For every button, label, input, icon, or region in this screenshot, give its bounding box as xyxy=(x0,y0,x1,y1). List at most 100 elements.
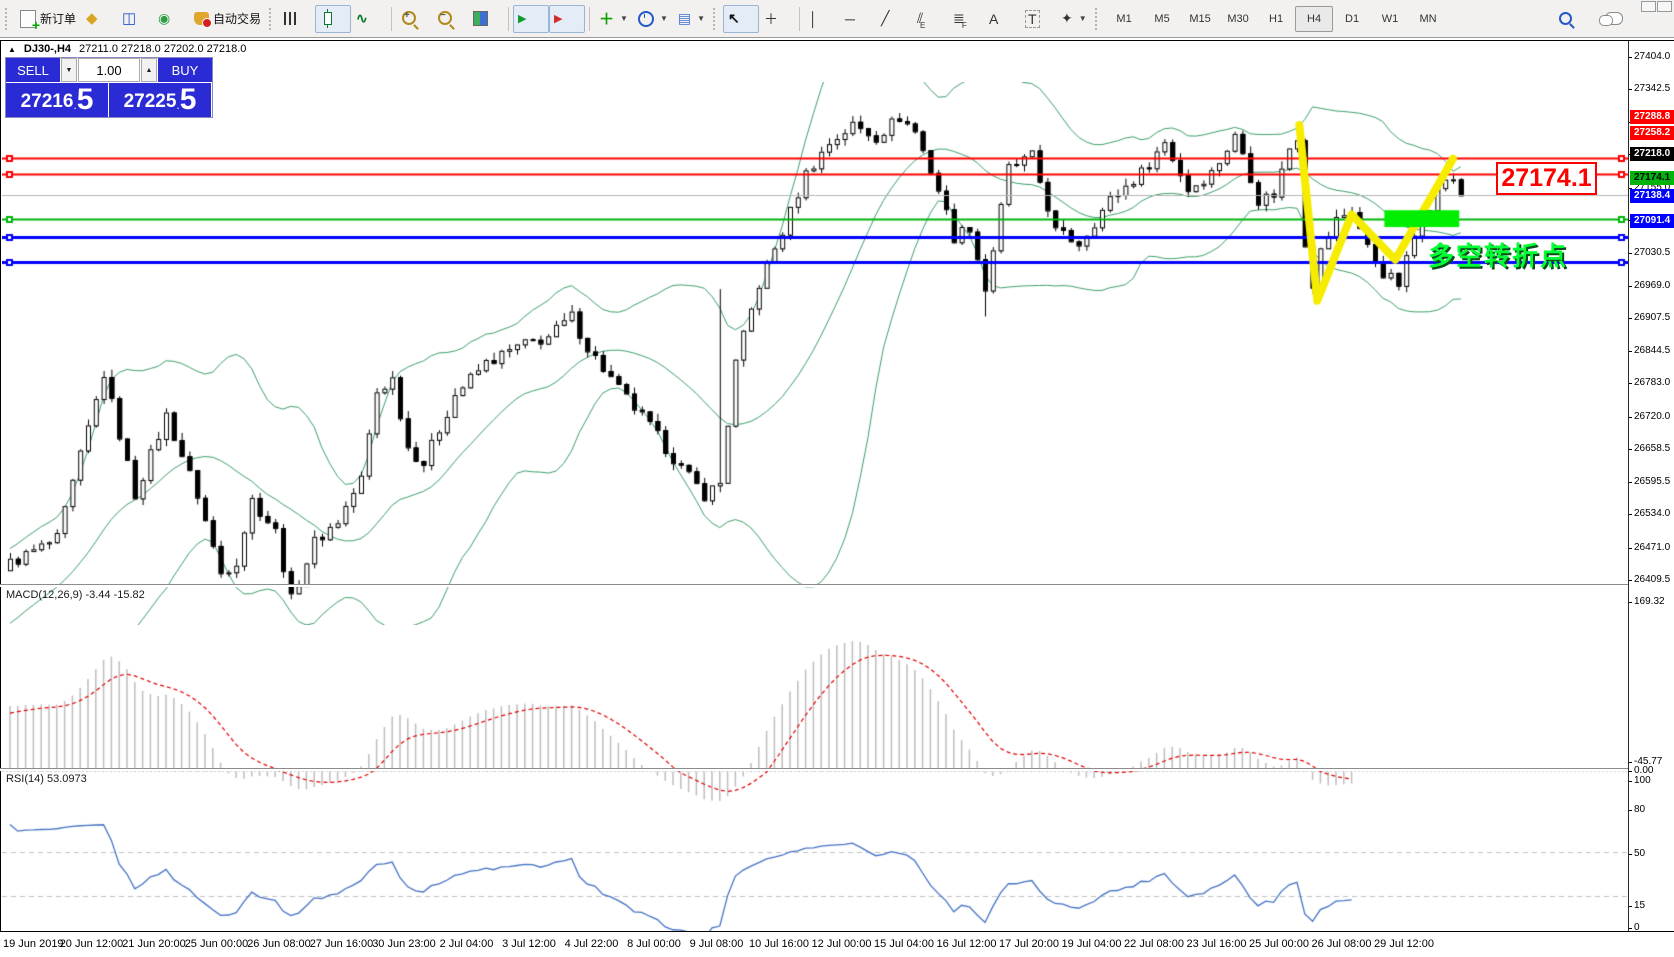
channel-tool-button[interactable]: ⫽E xyxy=(912,5,948,33)
sell-price-main: 27216 xyxy=(21,89,74,115)
chart-shift-button[interactable]: ▶ xyxy=(549,5,585,33)
indicators-icon: ＋ xyxy=(599,8,614,29)
timeframe-m5-button[interactable]: M5 xyxy=(1143,6,1181,32)
chinese-note-text[interactable]: 多空转折点 xyxy=(1428,236,1568,273)
profiles-button[interactable]: ◆ xyxy=(81,5,117,33)
time-axis-label: 19 Jul 04:00 xyxy=(1062,938,1122,950)
new-order-label: 新订单 xyxy=(40,10,76,27)
zoom-out-icon: − xyxy=(438,11,452,25)
bar-chart-button[interactable] xyxy=(279,5,315,33)
time-axis-label: 22 Jul 08:00 xyxy=(1124,938,1184,950)
buy-price-button[interactable]: 27225.5 xyxy=(109,83,211,117)
panel-splitter[interactable] xyxy=(0,584,1674,587)
timeframe-m15-button[interactable]: M15 xyxy=(1181,6,1219,32)
vertical-line-tool-button[interactable]: │ xyxy=(804,5,840,33)
timeframe-h4-button[interactable]: H4 xyxy=(1295,6,1333,32)
price-axis[interactable]: 169.320.00-45.77100805015027404.027342.5… xyxy=(1628,41,1674,931)
time-axis-label: 2 Jul 04:00 xyxy=(440,938,494,950)
zoom-out-button[interactable]: − xyxy=(432,5,468,33)
time-axis-label: 17 Jul 20:00 xyxy=(999,938,1059,950)
cursor-tool-button[interactable]: ↖ xyxy=(723,5,759,33)
timeframe-m1-button[interactable]: M1 xyxy=(1105,6,1143,32)
window-close-button[interactable] xyxy=(1657,1,1672,12)
auto-scroll-button[interactable]: ▶ xyxy=(513,5,549,33)
dropdown-caret-icon: ▼ xyxy=(697,14,705,23)
timeframe-d1-button[interactable]: D1 xyxy=(1333,6,1371,32)
tile-windows-button[interactable] xyxy=(468,5,504,33)
toolbar-grip[interactable] xyxy=(5,8,12,30)
window-restore-button[interactable] xyxy=(1641,1,1656,12)
toolbar-grip[interactable] xyxy=(1095,8,1102,30)
indicators-button[interactable]: ＋▼ xyxy=(594,5,633,33)
price-tick-label: 26534.0 xyxy=(1634,508,1670,519)
hline-price-tag: 27091.4 xyxy=(1630,214,1674,228)
chat-button[interactable] xyxy=(1600,5,1636,33)
buy-price-pip: 5 xyxy=(180,85,197,115)
main-chart-canvas[interactable] xyxy=(2,82,1629,625)
vertical-line-icon: │ xyxy=(809,11,818,27)
crosshair-tool-button[interactable]: ＋ xyxy=(759,5,795,33)
time-axis-label: 30 Jun 23:00 xyxy=(372,938,436,950)
sell-button[interactable]: SELL xyxy=(6,58,60,82)
auto-scroll-icon: ▶ xyxy=(518,12,526,25)
time-axis-label: 9 Jul 08:00 xyxy=(690,938,744,950)
sell-price-pip: 5 xyxy=(77,85,94,115)
time-axis-label: 21 Jun 20:00 xyxy=(122,938,186,950)
dropdown-caret-icon: ▼ xyxy=(1079,14,1087,23)
hline-price-tag: 27258.2 xyxy=(1630,126,1674,140)
toolbar-grip[interactable] xyxy=(713,8,720,30)
price-tick-label: 27030.5 xyxy=(1634,247,1670,258)
periods-clock-icon xyxy=(638,11,654,27)
volume-increase-button[interactable]: ▲ xyxy=(141,58,157,82)
timeframe-w1-button[interactable]: W1 xyxy=(1371,6,1409,32)
text-tool-icon: A xyxy=(989,11,998,27)
time-axis-label: 12 Jul 00:00 xyxy=(812,938,872,950)
cursor-icon: ↖ xyxy=(728,10,740,27)
new-order-button[interactable]: 新订单 xyxy=(15,5,81,33)
timeframe-h1-button[interactable]: H1 xyxy=(1257,6,1295,32)
time-axis[interactable]: 19 Jun 201920 Jun 12:0021 Jun 20:0025 Ju… xyxy=(0,933,1674,957)
macd-panel-canvas[interactable] xyxy=(2,627,1629,809)
current-price-tag: 27218.0 xyxy=(1630,147,1674,161)
zoom-in-button[interactable]: + xyxy=(396,5,432,33)
text-tool-button[interactable]: A xyxy=(984,5,1020,33)
search-icon xyxy=(1559,12,1572,25)
fibonacci-tool-button[interactable]: ≣F xyxy=(948,5,984,33)
arrows-tool-button[interactable]: ✦▼ xyxy=(1056,5,1092,33)
templates-button[interactable]: ▤▼ xyxy=(673,5,710,33)
price-tick-label: 26471.0 xyxy=(1634,542,1670,553)
volume-input[interactable]: 1.00 xyxy=(78,58,140,82)
line-chart-icon: ∿ xyxy=(356,10,368,27)
time-axis-label: 4 Jul 22:00 xyxy=(565,938,619,950)
candlestick-chart-button[interactable] xyxy=(315,5,351,33)
buy-button[interactable]: BUY xyxy=(158,58,212,82)
timeframe-mn-button[interactable]: MN xyxy=(1409,6,1447,32)
navigator-button[interactable]: ◉ xyxy=(153,5,189,33)
market-watch-button[interactable]: ◫ xyxy=(117,5,153,33)
label-tool-button[interactable]: T xyxy=(1020,5,1056,33)
dropdown-caret-icon: ▼ xyxy=(620,14,628,23)
time-axis-label: 26 Jul 08:00 xyxy=(1312,938,1372,950)
collapse-arrow-icon[interactable]: ▲ xyxy=(8,45,16,54)
price-callout-box[interactable]: 27174.1 xyxy=(1496,162,1597,195)
auto-trading-button[interactable]: 自动交易 xyxy=(189,5,266,33)
arrows-tool-icon: ✦ xyxy=(1061,10,1073,27)
horizontal-line-tool-button[interactable]: ─ xyxy=(840,5,876,33)
price-tick-label: 26907.5 xyxy=(1634,312,1670,323)
hline-price-tag: 27174.1 xyxy=(1630,171,1674,185)
periods-button[interactable]: ▼ xyxy=(633,5,673,33)
search-button[interactable] xyxy=(1554,5,1590,33)
rsi-axis-label: 15 xyxy=(1634,900,1645,911)
time-axis-label: 23 Jul 16:00 xyxy=(1187,938,1247,950)
toolbar-grip[interactable] xyxy=(269,8,276,30)
time-axis-label: 29 Jul 12:00 xyxy=(1374,938,1434,950)
panel-splitter[interactable] xyxy=(0,768,1674,771)
volume-decrease-button[interactable]: ▼ xyxy=(61,58,77,82)
price-tick-label: 26595.5 xyxy=(1634,476,1670,487)
hline-price-tag: 27288.8 xyxy=(1630,110,1674,124)
line-chart-button[interactable]: ∿ xyxy=(351,5,387,33)
one-click-trading-panel: SELL ▼ 1.00 ▲ BUY 27216.5 27225.5 xyxy=(5,57,213,118)
sell-price-button[interactable]: 27216.5 xyxy=(6,83,108,117)
trendline-tool-button[interactable]: ╱ xyxy=(876,5,912,33)
timeframe-m30-button[interactable]: M30 xyxy=(1219,6,1257,32)
